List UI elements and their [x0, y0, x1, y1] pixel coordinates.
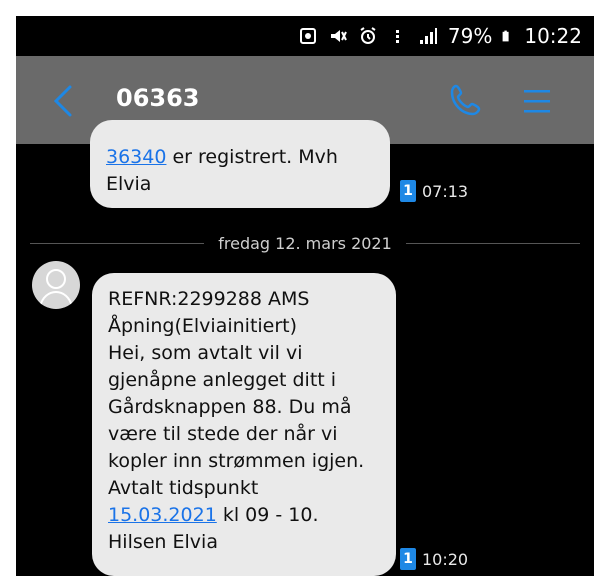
sim-badge: 1	[400, 180, 416, 202]
message-line: Hilsen Elvia	[108, 531, 218, 553]
status-bar: 79% 10:22	[16, 16, 594, 56]
data-icon	[395, 30, 399, 43]
battery-icon	[502, 30, 509, 42]
message-line: 36340 er registrert. Mvh	[106, 146, 338, 168]
signal-icon	[419, 28, 437, 44]
message-line: Hei, som avtalt vil vi	[108, 342, 303, 364]
message-time: 07:13	[422, 181, 469, 201]
person-icon	[39, 269, 73, 308]
clock: 10:22	[524, 24, 582, 48]
message-bubble[interactable]: 36340 er registrert. Mvh Elvia	[90, 120, 390, 208]
alarm-icon	[360, 27, 376, 44]
chevron-left-icon[interactable]	[50, 84, 76, 118]
sim-badge: 1	[400, 548, 416, 570]
message-line: være til stede der når vi	[108, 423, 338, 445]
avatar[interactable]	[32, 261, 80, 309]
message-meta: 1 07:13	[400, 180, 468, 202]
message-time: 10:20	[422, 549, 469, 569]
message-line: REFNR:2299288 AMS	[108, 288, 310, 310]
phone-screen: 79% 10:22 06363 36340 er registrert. Mvh…	[16, 16, 594, 576]
message-line: Åpning(Elviainitiert)	[108, 315, 298, 337]
screenshot-icon	[299, 28, 316, 44]
message-bubble[interactable]: REFNR:2299288 AMS Åpning(Elviainitiert) …	[92, 273, 396, 576]
message-line: 15.03.2021 kl 09 - 10.	[108, 504, 319, 526]
date-link[interactable]: 15.03.2021	[108, 504, 217, 526]
battery-percent: 79%	[447, 24, 493, 48]
date-divider: fredag 12. mars 2021	[30, 233, 581, 253]
contact-name: 06363	[116, 84, 200, 112]
message-line: Avtalt tidspunkt	[108, 477, 259, 499]
mute-icon	[330, 30, 347, 42]
message-line: kopler inn strømmen igjen.	[108, 450, 365, 472]
number-link[interactable]: 36340	[106, 146, 166, 168]
message-line: Elvia	[106, 173, 152, 195]
phone-icon[interactable]	[448, 82, 484, 118]
message-line: Gårdsknappen 88. Du må	[108, 396, 352, 418]
date-label: fredag 12. mars 2021	[218, 233, 392, 253]
message-line: gjenåpne anlegget ditt i	[108, 369, 337, 391]
message-meta: 1 10:20	[400, 548, 468, 570]
hamburger-menu-icon[interactable]	[522, 86, 552, 116]
